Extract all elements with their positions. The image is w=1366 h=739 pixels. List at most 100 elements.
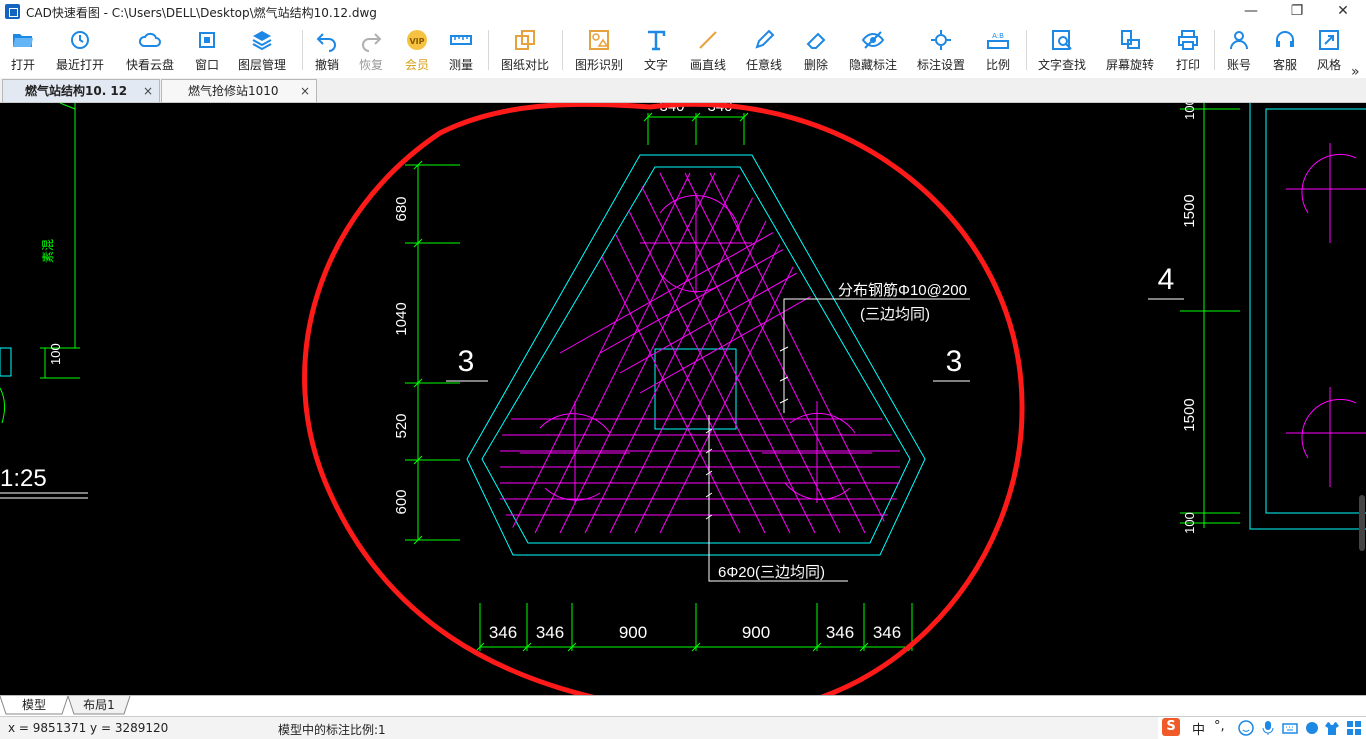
recent-open-button[interactable]: 最近打开 [50, 26, 110, 74]
dim-left-1040: 1040 [393, 302, 410, 335]
open-button[interactable]: 打开 [4, 26, 42, 74]
ime-punctuation-toggle[interactable]: °, [1214, 719, 1225, 734]
tab-gas-repair-station[interactable]: 燃气抢修站1010 × [161, 79, 317, 102]
mic-icon[interactable] [1260, 720, 1276, 736]
line-icon [699, 31, 717, 49]
window-button[interactable]: 窗口 [188, 26, 226, 74]
svg-text:VIP: VIP [409, 37, 424, 46]
cloud-disk-button[interactable]: 快看云盘 [120, 26, 180, 74]
redo-icon [362, 33, 382, 52]
hide-annotation-button[interactable]: 隐藏标注 [844, 26, 902, 74]
right-dim-100-bottom: 100 [1182, 512, 1197, 534]
annotation-main-rebar: 6Φ20(三边均同) [718, 564, 825, 581]
ime-logo-icon[interactable]: S [1162, 718, 1180, 736]
tab-label: 燃气抢修站1010 [188, 84, 279, 98]
dim-bottom-5: 346 [826, 623, 854, 642]
rebar-pattern [500, 172, 900, 534]
vip-icon: VIP [407, 30, 427, 50]
delete-button[interactable]: 删除 [796, 26, 836, 74]
window-title: CAD快速看图 - C:\Users\DELL\Desktop\燃气站结构10.… [26, 6, 377, 20]
toolbar-separator [302, 30, 303, 70]
tab-model[interactable]: 模型 [6, 696, 62, 714]
skin-icon[interactable] [1304, 720, 1320, 736]
print-button[interactable]: 打印 [1168, 26, 1208, 74]
document-tab-bar: 燃气站结构10. 12 × 燃气抢修站1010 × [0, 78, 1366, 103]
grid-icon[interactable] [1346, 720, 1362, 736]
tab-label: 燃气站结构10. 12 [25, 84, 128, 98]
minimize-button[interactable]: — [1228, 0, 1274, 24]
left-partial-detail: 素混 100 1:25 [0, 103, 88, 499]
undo-icon [316, 33, 336, 52]
left-dim-100: 100 [48, 343, 63, 365]
status-bar: x = 9851371 y = 3289120 模型中的标注比例:1 S 中 °… [0, 716, 1366, 739]
printer-icon [1178, 30, 1198, 50]
svg-text:A:B: A:B [992, 32, 1004, 40]
dim-left-680: 680 [393, 196, 410, 221]
dim-bottom-1: 346 [489, 623, 517, 642]
right-dim-1500-bottom: 1500 [1181, 398, 1198, 431]
keyboard-icon[interactable] [1282, 720, 1298, 736]
draw-line-button[interactable]: 画直线 [684, 26, 732, 74]
tab-close-icon[interactable]: × [300, 80, 310, 102]
toolbar-separator [1026, 30, 1027, 70]
shape-recognize-button[interactable]: 图形识别 [570, 26, 628, 74]
redo-button[interactable]: 恢复 [352, 26, 390, 74]
app-logo-icon [5, 4, 20, 19]
support-button[interactable]: 客服 [1266, 26, 1304, 74]
toolbar-separator [488, 30, 489, 70]
text-icon [648, 30, 666, 51]
right-dim-100-top: 100 [1182, 103, 1197, 120]
dim-left-520: 520 [393, 413, 410, 438]
eye-hide-icon [861, 31, 885, 49]
scale-button[interactable]: A:B 比例 [978, 26, 1018, 74]
canvas-scrollbar[interactable] [1359, 495, 1365, 551]
undo-button[interactable]: 撤销 [308, 26, 346, 74]
compare-button[interactable]: 图纸对比 [496, 26, 554, 74]
cloud-icon [138, 32, 161, 47]
close-button[interactable]: ✕ [1320, 0, 1366, 24]
left-vertical-label: 素混 [41, 239, 55, 263]
text-button[interactable]: 文字 [636, 26, 676, 74]
title-bar: CAD快速看图 - C:\Users\DELL\Desktop\燃气站结构10.… [0, 0, 1366, 24]
tab-gas-station-structure[interactable]: 燃气站结构10. 12 × [2, 79, 160, 102]
section-mark-right: 3 [946, 345, 963, 378]
restore-button[interactable]: ❐ [1274, 0, 1320, 24]
dim-bottom-2: 346 [536, 623, 564, 642]
ime-language-toggle[interactable]: 中 [1192, 719, 1205, 738]
folder-open-icon [13, 34, 33, 47]
top-dimension [643, 112, 749, 145]
emoji-icon[interactable] [1238, 720, 1254, 736]
measure-button[interactable]: 测量 [442, 26, 480, 74]
toolbar-separator [562, 30, 563, 70]
layer-manager-button[interactable]: 图层管理 [232, 26, 292, 74]
layout-tab-bar: 模型 布局1 [0, 695, 1366, 716]
drawing-canvas[interactable]: 素混 100 1:25 340 340 680 1040 520 600 3 3 [0, 103, 1366, 695]
scale-icon: A:B [987, 32, 1009, 49]
rotate-screen-button[interactable]: 屏幕旋转 [1102, 26, 1158, 74]
headset-icon [1276, 31, 1294, 47]
tab-close-icon[interactable]: × [143, 80, 153, 102]
main-toolbar: 打开 最近打开 快看云盘 窗口 图层管理 撤销 恢复 VIP 会员 测量 图纸对… [0, 24, 1366, 80]
window-icon [199, 32, 215, 48]
annotation-scale-readout: 模型中的标注比例:1 [278, 723, 386, 737]
vip-button[interactable]: VIP 会员 [398, 26, 436, 74]
text-search-icon [1052, 30, 1072, 50]
freehand-line-button[interactable]: 任意线 [740, 26, 788, 74]
layers-icon [252, 31, 272, 51]
left-dimension [405, 160, 460, 545]
pen-icon [755, 29, 775, 49]
account-button[interactable]: 账号 [1220, 26, 1258, 74]
style-icon [1319, 30, 1339, 50]
style-button[interactable]: 风格 [1310, 26, 1348, 74]
dim-bottom-3: 900 [619, 623, 647, 642]
left-scale-label: 1:25 [0, 465, 47, 492]
annotation-settings-button[interactable]: 标注设置 [912, 26, 970, 74]
ruler-icon [450, 35, 472, 45]
coordinates-readout: x = 9851371 y = 3289120 [8, 721, 169, 735]
shirt-icon[interactable] [1324, 720, 1340, 736]
text-search-button[interactable]: 文字查找 [1034, 26, 1090, 74]
account-icon [1230, 31, 1248, 50]
tab-layout1[interactable]: 布局1 [74, 696, 124, 714]
shape-recognize-icon [589, 30, 609, 50]
red-markup-circle [302, 103, 1025, 695]
